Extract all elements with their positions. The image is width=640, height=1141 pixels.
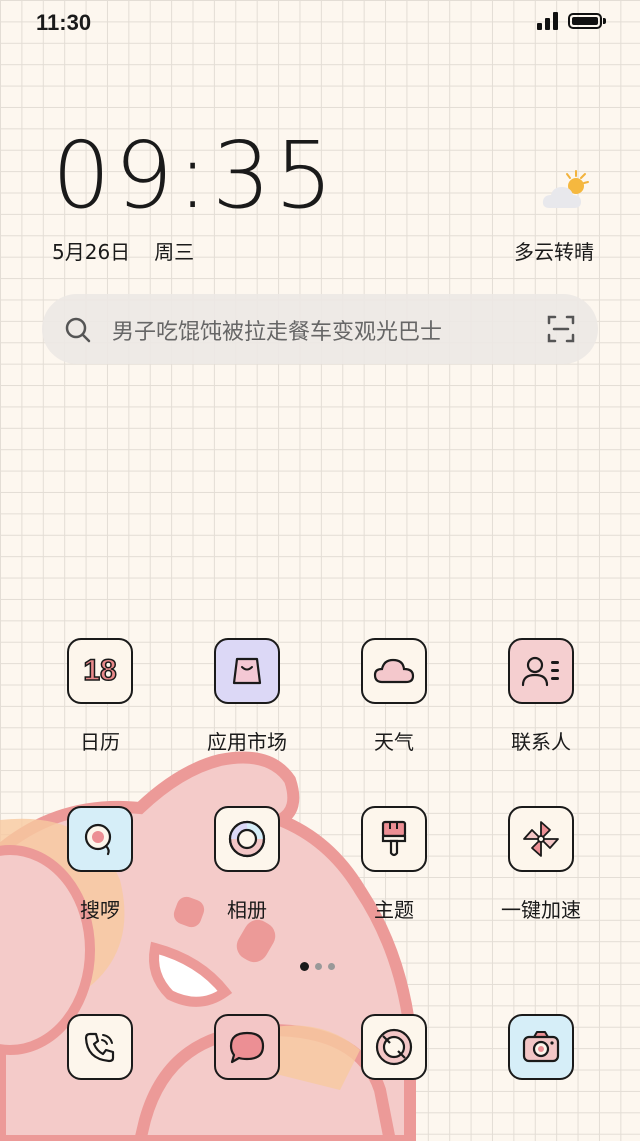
weekday-text: 周三 bbox=[154, 240, 195, 264]
status-time: 11:30 bbox=[36, 10, 92, 35]
app-label: 一键加速 bbox=[501, 898, 581, 922]
dock-camera[interactable] bbox=[481, 1014, 601, 1080]
app-label: 应用市场 bbox=[207, 730, 287, 754]
dock-messages[interactable] bbox=[187, 1014, 307, 1080]
app-label: 联系人 bbox=[511, 730, 571, 754]
page-dot-active bbox=[300, 962, 309, 971]
page-dot bbox=[328, 963, 335, 970]
app-label: 天气 bbox=[374, 730, 414, 754]
search-bar[interactable]: 男子吃馄饨被拉走餐车变观光巴士 bbox=[42, 294, 598, 364]
app-store[interactable]: 应用市场 bbox=[187, 638, 307, 755]
search-input[interactable]: 男子吃馄饨被拉走餐车变观光巴士 bbox=[112, 314, 442, 346]
dock-browser[interactable] bbox=[334, 1014, 454, 1080]
page-indicator[interactable] bbox=[300, 962, 335, 971]
app-store-icon[interactable] bbox=[214, 638, 280, 704]
app-label: 相册 bbox=[227, 898, 267, 922]
app-contacts[interactable]: 联系人 bbox=[481, 638, 601, 755]
app-boost[interactable]: 一键加速 bbox=[481, 806, 601, 923]
browser-icon[interactable] bbox=[361, 1014, 427, 1080]
search-app-icon[interactable] bbox=[67, 806, 133, 872]
status-icons bbox=[537, 12, 606, 30]
app-calendar[interactable]: 18 日历 bbox=[40, 638, 160, 755]
app-label: 主题 bbox=[374, 898, 414, 922]
gallery-icon[interactable] bbox=[214, 806, 280, 872]
app-gallery[interactable]: 相册 bbox=[187, 806, 307, 923]
phone-icon[interactable] bbox=[67, 1014, 133, 1080]
scan-icon[interactable] bbox=[546, 314, 576, 344]
pinwheel-boost-icon[interactable] bbox=[508, 806, 574, 872]
app-label: 日历 bbox=[80, 730, 120, 754]
app-label: 搜啰 bbox=[80, 898, 120, 922]
calendar-day: 18 bbox=[83, 653, 118, 688]
weather-cloud-icon[interactable] bbox=[361, 638, 427, 704]
camera-icon[interactable] bbox=[508, 1014, 574, 1080]
signal-icon bbox=[537, 12, 558, 30]
date-row: 5月26日 周三 bbox=[52, 236, 194, 265]
theme-brush-icon[interactable] bbox=[361, 806, 427, 872]
weather-text: 多云转晴 bbox=[514, 240, 594, 264]
app-search[interactable]: 搜啰 bbox=[40, 806, 160, 923]
app-theme[interactable]: 主题 bbox=[334, 806, 454, 923]
battery-icon bbox=[568, 13, 606, 29]
contacts-icon[interactable] bbox=[508, 638, 574, 704]
dock-phone[interactable] bbox=[40, 1014, 160, 1080]
date-text: 5月26日 bbox=[52, 240, 131, 264]
calendar-icon[interactable]: 18 bbox=[67, 638, 133, 704]
messages-icon[interactable] bbox=[214, 1014, 280, 1080]
page-dot bbox=[315, 963, 322, 970]
partly-cloudy-sun-icon[interactable] bbox=[540, 168, 596, 216]
search-icon bbox=[65, 317, 91, 343]
clock-time[interactable]: 09:35 bbox=[52, 130, 337, 222]
app-weather[interactable]: 天气 bbox=[334, 638, 454, 755]
status-bar: 11:30 bbox=[0, 0, 640, 46]
